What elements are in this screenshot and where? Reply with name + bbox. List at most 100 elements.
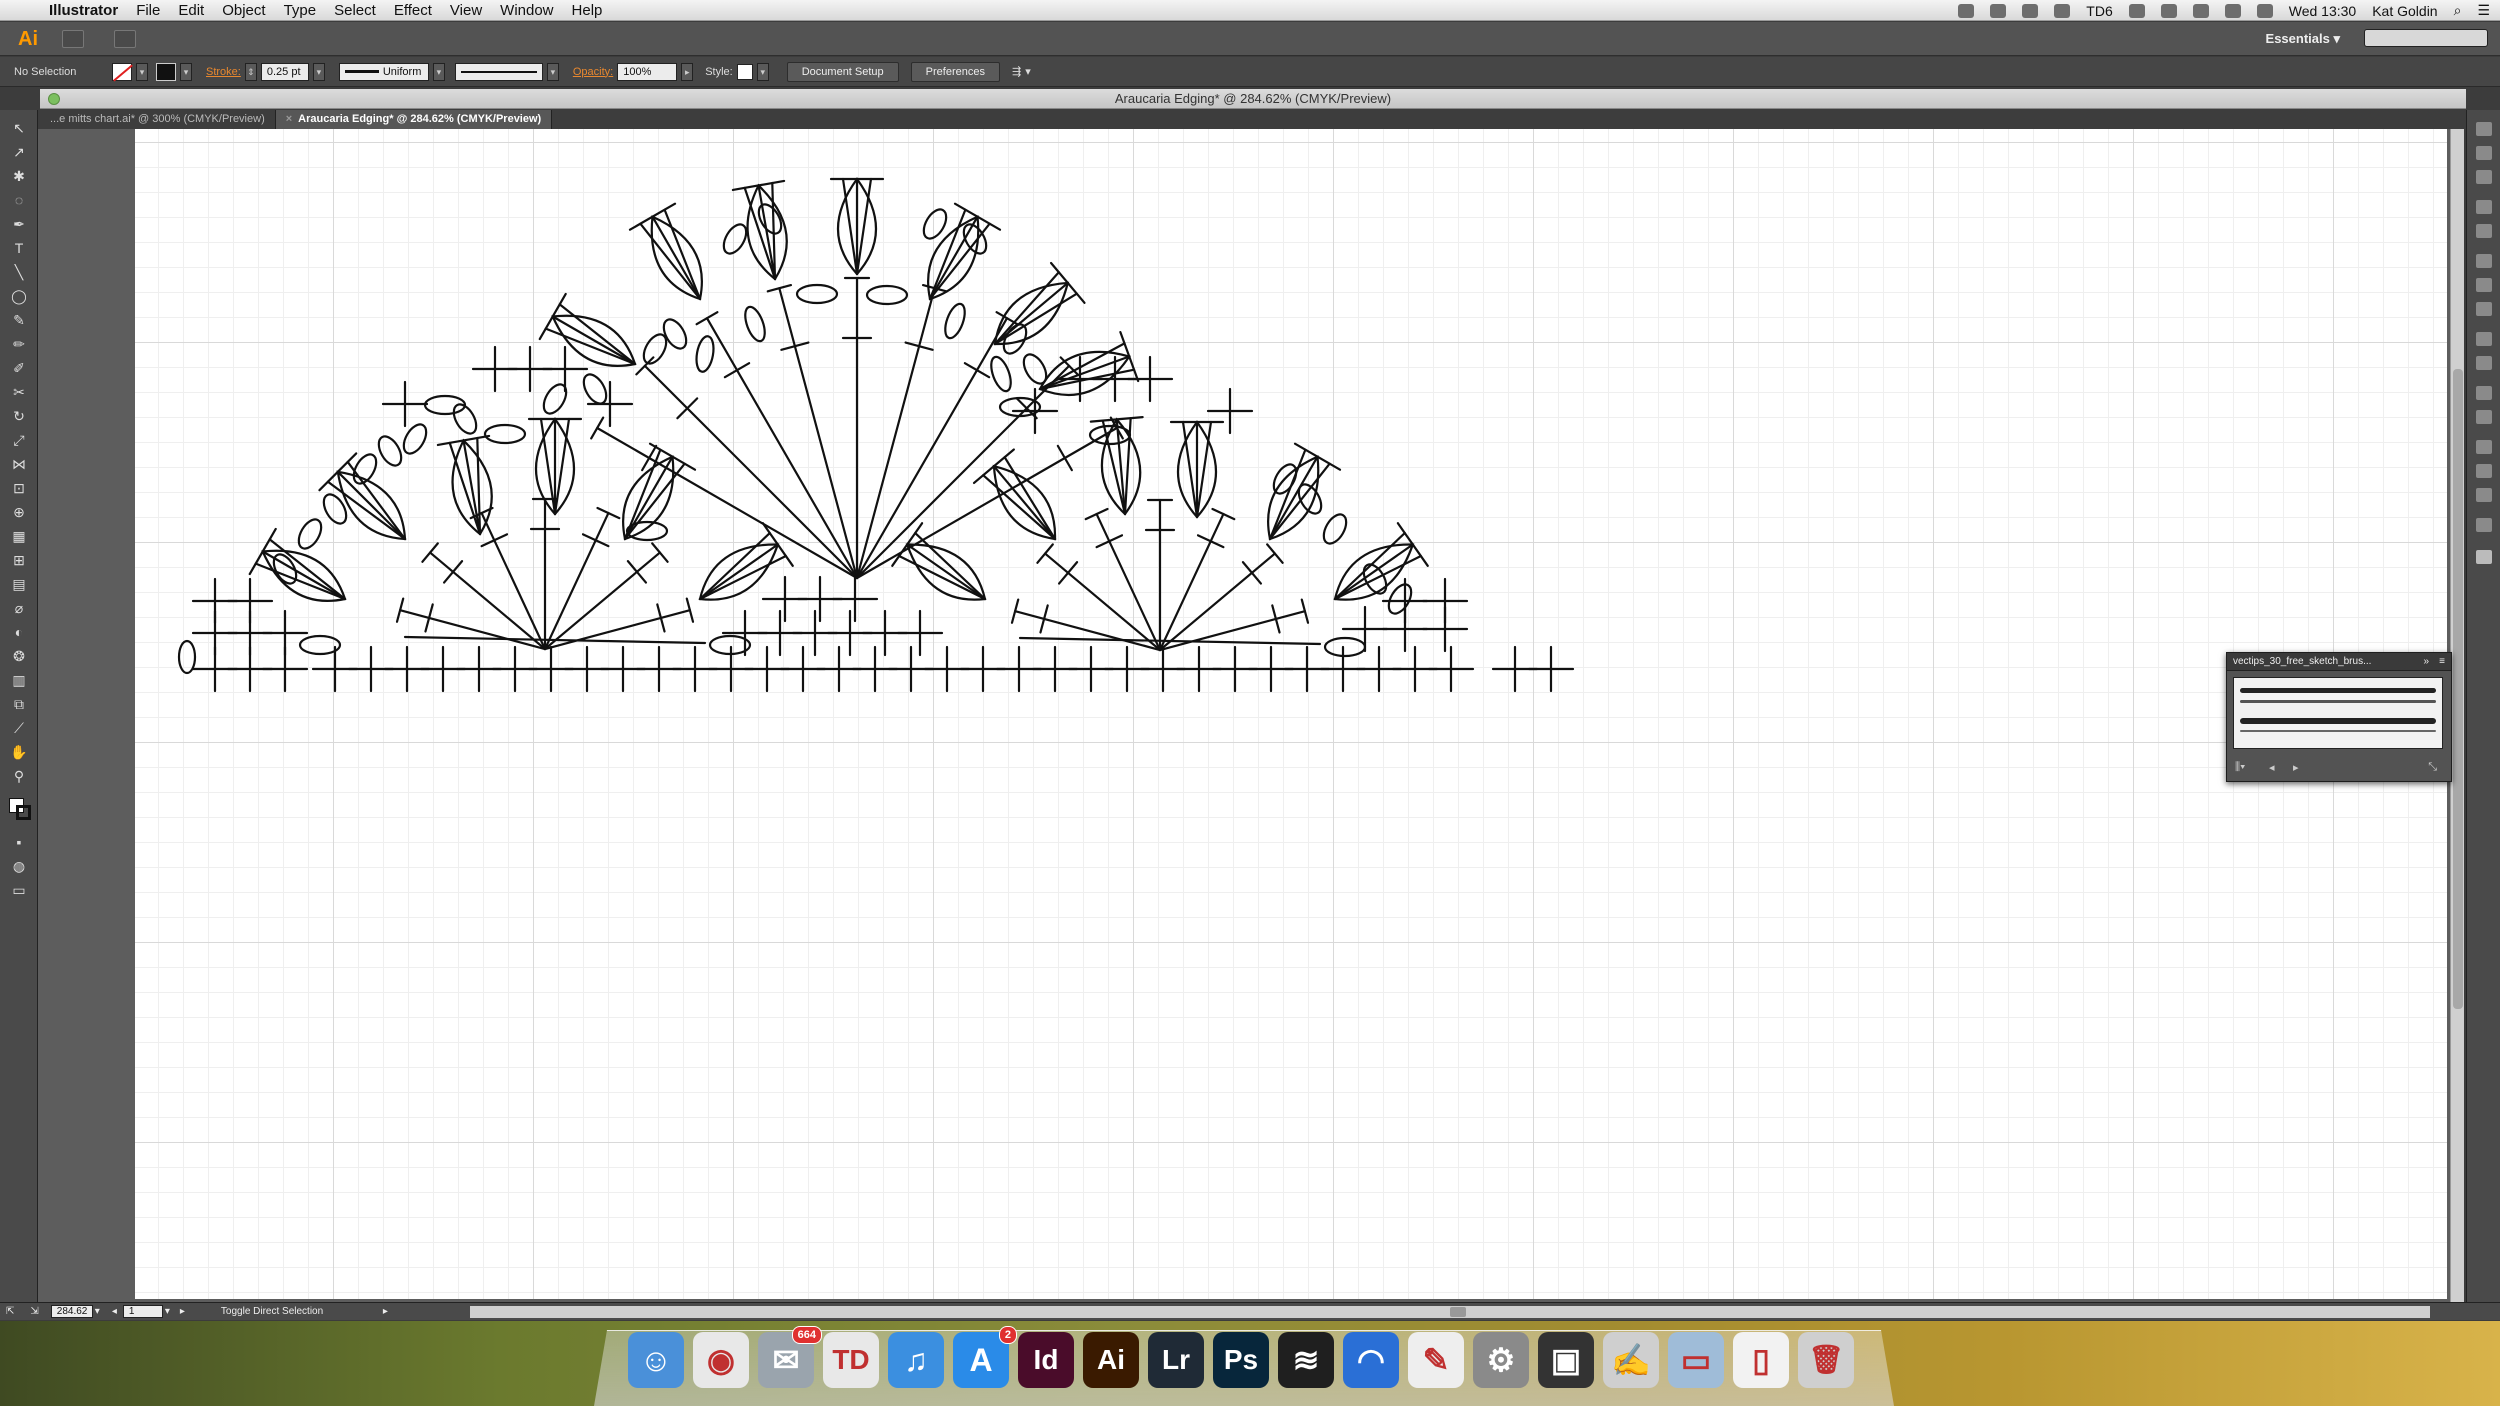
rotate-tool-icon[interactable]: ↻ [9, 406, 29, 426]
dock-app-photoshop[interactable]: Ps [1213, 1332, 1269, 1388]
dock-app-script-editor[interactable]: ✍ [1603, 1332, 1659, 1388]
sync-icon[interactable] [1990, 3, 2007, 18]
stroke-weight-dropdown[interactable]: ▾ [312, 62, 325, 81]
previous-library-icon[interactable]: ◂ [2269, 761, 2275, 774]
color-panel-icon[interactable] [2476, 122, 2492, 136]
dock-app-lightroom[interactable]: Lr [1148, 1332, 1204, 1388]
first-artboard-icon[interactable]: ◂ [112, 1306, 117, 1317]
dock-app-printer[interactable]: ▣ [1538, 1332, 1594, 1388]
draw-mode-icon[interactable]: ◍ [9, 856, 29, 876]
dock-app-trash[interactable]: 🗑 [1798, 1332, 1854, 1388]
brush-dropdown[interactable]: ▾ [546, 62, 559, 81]
dock-app-finder[interactable]: ☺ [628, 1332, 684, 1388]
color-mode-icon[interactable]: ▪ [9, 832, 29, 852]
slice-tool-icon[interactable]: ⟋ [9, 718, 29, 738]
line-tool-icon[interactable]: ╲ [9, 262, 29, 282]
free-transform-tool-icon[interactable]: ⊡ [9, 478, 29, 498]
dock-app-spotify[interactable]: ≋ [1278, 1332, 1334, 1388]
artboard-number-field[interactable]: 1 [122, 1305, 163, 1318]
skype-icon[interactable] [2128, 3, 2145, 18]
symbol-sprayer-tool-icon[interactable]: ❂ [9, 646, 29, 666]
stroke-stepper[interactable]: ⇕ [244, 62, 257, 81]
user-name[interactable]: Kat Goldin [2372, 3, 2437, 19]
blend-tool-icon[interactable]: ◐ [9, 622, 29, 642]
window-zoom-button[interactable] [48, 93, 60, 105]
horizontal-scroll-thumb[interactable] [1450, 1307, 1466, 1317]
next-library-icon[interactable]: ▸ [2293, 761, 2299, 774]
layers-panel-icon[interactable] [2476, 386, 2492, 400]
brush-stroke-1[interactable] [2240, 688, 2436, 693]
align-panel-icon[interactable] [2476, 464, 2492, 478]
pasteboard[interactable] [38, 129, 2450, 1302]
brush-definition[interactable] [454, 62, 543, 81]
scale-tool-icon[interactable]: ⤢ [9, 430, 29, 450]
crochet-chart[interactable] [135, 129, 2447, 1299]
tweetdeck-status[interactable]: TD6 [2086, 3, 2112, 19]
brush-list[interactable] [2233, 677, 2443, 749]
brush-stroke-2[interactable] [2240, 700, 2436, 703]
zoom-menu-icon[interactable]: ⇲ [30, 1306, 38, 1317]
dock-app-folder[interactable]: ▭ [1668, 1332, 1724, 1388]
brush-stroke-4[interactable] [2240, 730, 2436, 732]
lasso-tool-icon[interactable]: ◌ [9, 190, 29, 210]
links-panel-icon[interactable] [2476, 518, 2492, 532]
brush-library-panel-icon[interactable] [2476, 550, 2492, 564]
stroke-swatch[interactable] [156, 62, 176, 81]
panel-collapse-icon[interactable]: » [2423, 653, 2429, 671]
fill-stroke-swatch[interactable] [9, 798, 31, 820]
brushes-panel-icon[interactable] [2476, 200, 2492, 214]
opacity-dropdown[interactable]: ▸ [681, 62, 694, 81]
artboard-tool-icon[interactable]: ⧉ [9, 694, 29, 714]
menu-help[interactable]: Help [563, 0, 612, 21]
menu-window[interactable]: Window [491, 0, 562, 21]
width-tool-icon[interactable]: ⋈ [9, 454, 29, 474]
magic-wand-tool-icon[interactable]: ✱ [9, 166, 29, 186]
arrange-documents-icon[interactable] [114, 29, 136, 48]
dock-app-acrobat[interactable]: ✎ [1408, 1332, 1464, 1388]
artboard-dropdown[interactable]: ▾ [165, 1306, 170, 1317]
align-options-icon[interactable]: ⇶ [1012, 65, 1021, 78]
appearance-panel-icon[interactable] [2476, 332, 2492, 346]
dock-app-system-preferences[interactable]: ⚙ [1473, 1332, 1529, 1388]
menu-select[interactable]: Select [325, 0, 385, 21]
transparency-panel-icon[interactable] [2476, 302, 2492, 316]
artboards-panel-icon[interactable] [2476, 410, 2492, 424]
selection-tool-icon[interactable]: ↖ [9, 118, 29, 138]
dock-app-itunes[interactable]: ♫ [888, 1332, 944, 1388]
direct-selection-tool-icon[interactable]: ↗ [9, 142, 29, 162]
ellipse-tool-icon[interactable]: ◯ [9, 286, 29, 306]
zoom-icon[interactable]: ⇱ [6, 1306, 14, 1317]
close-tab-icon[interactable]: × [286, 113, 292, 125]
dock-app-illustrator[interactable]: Ai [1083, 1332, 1139, 1388]
bridge-icon[interactable] [62, 29, 84, 48]
variable-width-profile[interactable]: Uniform [338, 62, 429, 81]
brush-library-menu-icon[interactable]: ⫼▾ [2235, 761, 2245, 774]
menu-object[interactable]: Object [213, 0, 274, 21]
volume-icon[interactable] [2256, 3, 2273, 18]
zoom-dropdown[interactable]: ▾ [95, 1306, 100, 1317]
profile-dropdown[interactable]: ▾ [432, 62, 445, 81]
zoom-tool-icon[interactable]: ⚲ [9, 766, 29, 786]
dock-app-mail[interactable]: ✉ 664 [758, 1326, 822, 1388]
dock-app-document[interactable]: ▯ [1733, 1332, 1789, 1388]
panel-menu-icon[interactable]: ≡ [2439, 653, 2445, 671]
color-guide-panel-icon[interactable] [2476, 146, 2492, 160]
pen-tool-icon[interactable]: ✒ [9, 214, 29, 234]
style-dropdown[interactable]: ▾ [756, 62, 769, 81]
bluetooth-icon[interactable] [2192, 3, 2209, 18]
column-graph-tool-icon[interactable]: ▥ [9, 670, 29, 690]
spotlight-icon[interactable]: ⌕ [2454, 2, 2462, 19]
workspace-switcher[interactable]: Essentials ▾ [2266, 31, 2340, 47]
scissors-tool-icon[interactable]: ✂ [9, 382, 29, 402]
control-panel-menu-icon[interactable]: ▾ [1025, 65, 1031, 78]
transform-panel-icon[interactable] [2476, 440, 2492, 454]
zoom-field[interactable]: 284.62 [50, 1305, 93, 1318]
clock[interactable]: Wed 13:30 [2289, 3, 2356, 19]
vertical-scrollbar[interactable] [2450, 129, 2464, 1302]
dock-app-tweetdeck[interactable]: TD [823, 1332, 879, 1388]
evernote-icon[interactable] [2160, 3, 2177, 18]
mesh-tool-icon[interactable]: ⊞ [9, 550, 29, 570]
dock-app-skitch[interactable]: ◠ [1343, 1332, 1399, 1388]
symbols-panel-icon[interactable] [2476, 224, 2492, 238]
pathfinder-panel-icon[interactable] [2476, 488, 2492, 502]
